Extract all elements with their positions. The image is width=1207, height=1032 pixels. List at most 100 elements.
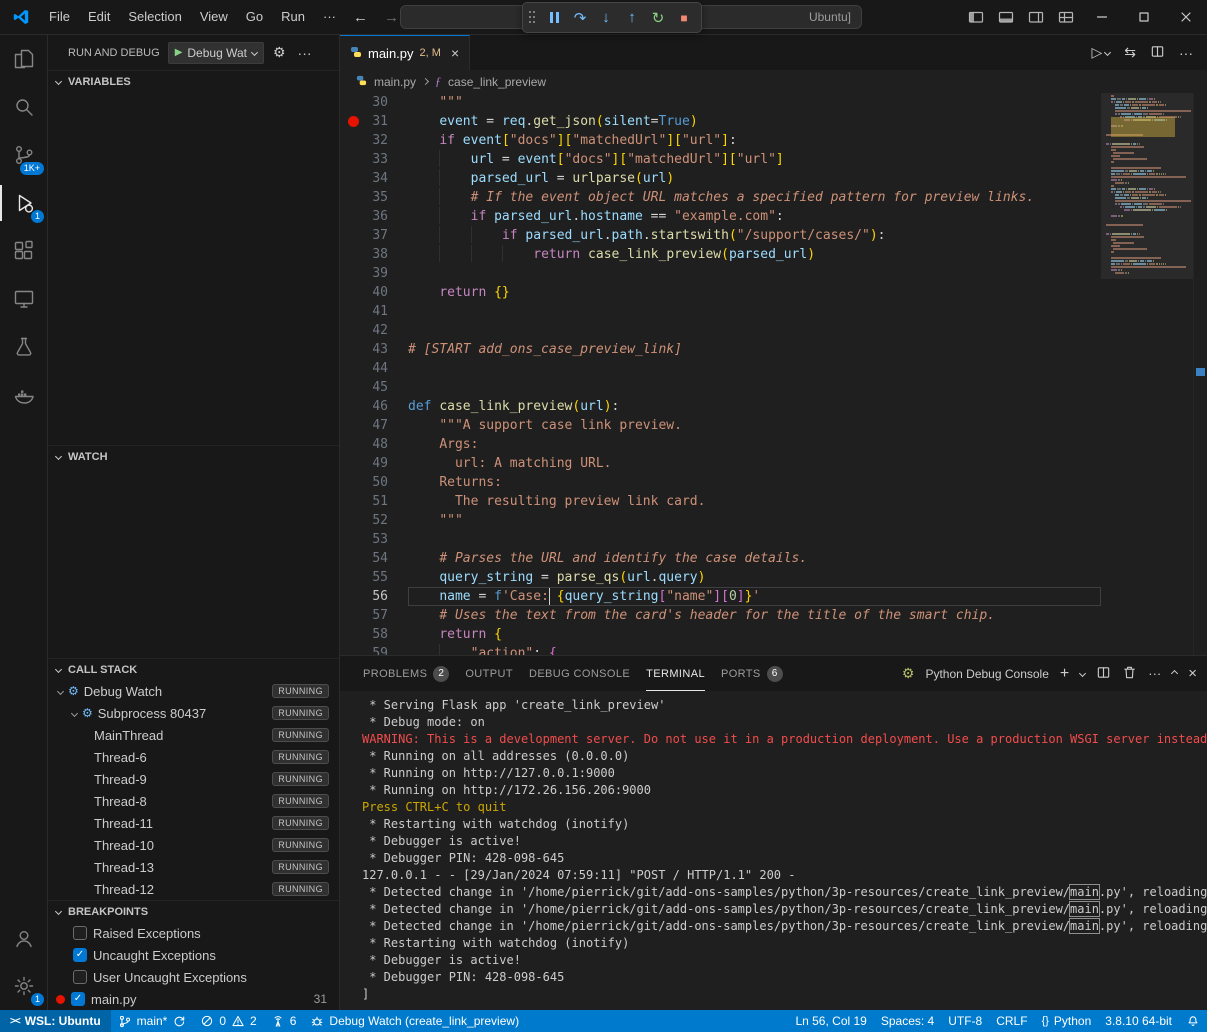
activity-remote-explorer[interactable]	[0, 275, 47, 323]
checkbox[interactable]	[73, 926, 87, 940]
terminal-profile-label[interactable]: Python Debug Console	[925, 667, 1048, 681]
code-area[interactable]: 30"""31event = req.get_json(silent=True)…	[340, 93, 1101, 655]
back-button[interactable]: ←	[345, 9, 376, 26]
call-stack-thread-6[interactable]: Thread-6RUNNING	[48, 746, 339, 768]
breadcrumb-file[interactable]: main.py	[374, 75, 416, 89]
start-debugging-icon[interactable]: ▶	[175, 47, 183, 58]
line-number[interactable]: 47	[340, 416, 408, 435]
views-more-actions-icon[interactable]: ···	[295, 45, 315, 61]
line-number[interactable]: 31	[340, 112, 408, 131]
toggle-secondary-sidebar-icon[interactable]	[1021, 9, 1051, 25]
activity-explorer[interactable]	[0, 35, 47, 83]
code-line[interactable]: 49url: A matching URL.	[340, 454, 1101, 473]
customize-layout-icon[interactable]	[1051, 9, 1081, 25]
line-number[interactable]: 57	[340, 606, 408, 625]
run-python-file-button[interactable]: ▷	[1091, 44, 1110, 61]
panel-more-actions-icon[interactable]: ···	[1148, 666, 1161, 681]
line-number[interactable]: 59	[340, 644, 408, 655]
breakpoint-uncaught-exceptions[interactable]: Uncaught Exceptions	[48, 944, 339, 966]
code-line[interactable]: 46def case_link_preview(url):	[340, 397, 1101, 416]
code-line[interactable]: 40return {}	[340, 283, 1101, 302]
restart-button[interactable]: ↻	[647, 6, 669, 30]
code-line[interactable]: 58return {	[340, 625, 1101, 644]
activity-extensions[interactable]	[0, 227, 47, 275]
python-interpreter[interactable]: 3.8.10 64-bit	[1098, 1010, 1179, 1032]
cursor-position[interactable]: Ln 56, Col 19	[788, 1010, 873, 1032]
checkbox[interactable]	[71, 992, 85, 1006]
line-number[interactable]: 37	[340, 226, 408, 245]
call-stack-subprocess-80437[interactable]: ⚙Subprocess 80437RUNNING	[48, 702, 339, 724]
call-stack-thread-9[interactable]: Thread-9RUNNING	[48, 768, 339, 790]
tab-main-py[interactable]: main.py 2, M ×	[340, 35, 470, 70]
code-line[interactable]: 48Args:	[340, 435, 1101, 454]
code-line[interactable]: 43# [START add_ons_case_preview_link]	[340, 340, 1101, 359]
line-number[interactable]: 39	[340, 264, 408, 283]
menu-go[interactable]: Go	[237, 0, 272, 34]
kill-terminal-icon[interactable]	[1122, 665, 1137, 683]
code-line[interactable]: 47"""A support case link preview.	[340, 416, 1101, 435]
code-line[interactable]: 55query_string = parse_qs(url.query)	[340, 568, 1101, 587]
code-line[interactable]: 33url = event["docs"]["matchedUrl"]["url…	[340, 150, 1101, 169]
line-number[interactable]: 55	[340, 568, 408, 587]
panel-tab-problems[interactable]: PROBLEMS2	[363, 656, 449, 691]
code-line[interactable]: 54# Parses the URL and identify the case…	[340, 549, 1101, 568]
notifications-bell[interactable]	[1179, 1010, 1207, 1032]
breakpoint-main-py[interactable]: main.py31	[48, 988, 339, 1010]
code-line[interactable]: 59"action": {	[340, 644, 1101, 655]
problems-indicator[interactable]: 0 2	[193, 1010, 263, 1032]
line-number[interactable]: 38	[340, 245, 408, 264]
panel-tab-ports[interactable]: PORTS6	[721, 656, 783, 691]
indentation-indicator[interactable]: Spaces: 4	[874, 1010, 941, 1032]
step-over-button[interactable]: ↷	[569, 6, 591, 30]
code-line[interactable]: 32if event["docs"]["matchedUrl"]["url"]:	[340, 131, 1101, 150]
eol-indicator[interactable]: CRLF	[989, 1010, 1034, 1032]
line-number[interactable]: 49	[340, 454, 408, 473]
code-editor[interactable]: 30"""31event = req.get_json(silent=True)…	[340, 93, 1207, 655]
line-number[interactable]: 58	[340, 625, 408, 644]
code-line[interactable]: 38return case_link_preview(parsed_url)	[340, 245, 1101, 264]
line-number[interactable]: 46	[340, 397, 408, 416]
panel-tab-terminal[interactable]: TERMINAL	[646, 656, 705, 691]
panel-tab-debug-console[interactable]: DEBUG CONSOLE	[529, 656, 630, 691]
call-stack-thread-13[interactable]: Thread-13RUNNING	[48, 856, 339, 878]
line-number[interactable]: 30	[340, 93, 408, 112]
breakpoint-dot[interactable]	[348, 116, 359, 127]
call-stack-thread-10[interactable]: Thread-10RUNNING	[48, 834, 339, 856]
code-line[interactable]: 53	[340, 530, 1101, 549]
call-stack-debug-watch[interactable]: ⚙Debug WatchRUNNING	[48, 680, 339, 702]
code-line[interactable]: 45	[340, 378, 1101, 397]
line-number[interactable]: 43	[340, 340, 408, 359]
breakpoint-raised-exceptions[interactable]: Raised Exceptions	[48, 922, 339, 944]
ports-indicator[interactable]: 6	[264, 1010, 304, 1032]
code-line[interactable]: 39	[340, 264, 1101, 283]
close-panel-icon[interactable]: ×	[1188, 665, 1197, 682]
split-editor-icon[interactable]	[1150, 44, 1165, 62]
code-line[interactable]: 51The resulting preview link card.	[340, 492, 1101, 511]
code-line[interactable]: 44	[340, 359, 1101, 378]
section-watch[interactable]: WATCH	[48, 445, 339, 467]
panel-tab-output[interactable]: OUTPUT	[465, 656, 513, 691]
section-call-stack[interactable]: CALL STACK	[48, 658, 339, 680]
line-number[interactable]: 41	[340, 302, 408, 321]
activity-settings[interactable]: 1	[0, 962, 47, 1010]
code-line[interactable]: 35# If the event object URL matches a sp…	[340, 188, 1101, 207]
line-number[interactable]: 32	[340, 131, 408, 150]
debug-status[interactable]: Debug Watch (create_link_preview)	[303, 1010, 526, 1032]
code-line[interactable]: 37if parsed_url.path.startswith("/suppor…	[340, 226, 1101, 245]
line-number[interactable]: 56	[340, 587, 408, 606]
debug-settings-gear-icon[interactable]: ⚙	[270, 44, 289, 61]
line-number[interactable]: 54	[340, 549, 408, 568]
line-number[interactable]: 53	[340, 530, 408, 549]
activity-source-control[interactable]: 1K+	[0, 131, 47, 179]
menu-view[interactable]: View	[191, 0, 237, 34]
code-line[interactable]: 50Returns:	[340, 473, 1101, 492]
branch-indicator[interactable]: main*	[111, 1010, 194, 1032]
remote-indicator[interactable]: >< WSL: Ubuntu	[0, 1010, 111, 1032]
line-number[interactable]: 48	[340, 435, 408, 454]
call-stack-thread-8[interactable]: Thread-8RUNNING	[48, 790, 339, 812]
activity-testing[interactable]	[0, 323, 47, 371]
line-number[interactable]: 35	[340, 188, 408, 207]
overview-ruler[interactable]	[1193, 93, 1207, 655]
drag-handle-icon[interactable]	[529, 11, 536, 25]
code-line[interactable]: 34parsed_url = urlparse(url)	[340, 169, 1101, 188]
